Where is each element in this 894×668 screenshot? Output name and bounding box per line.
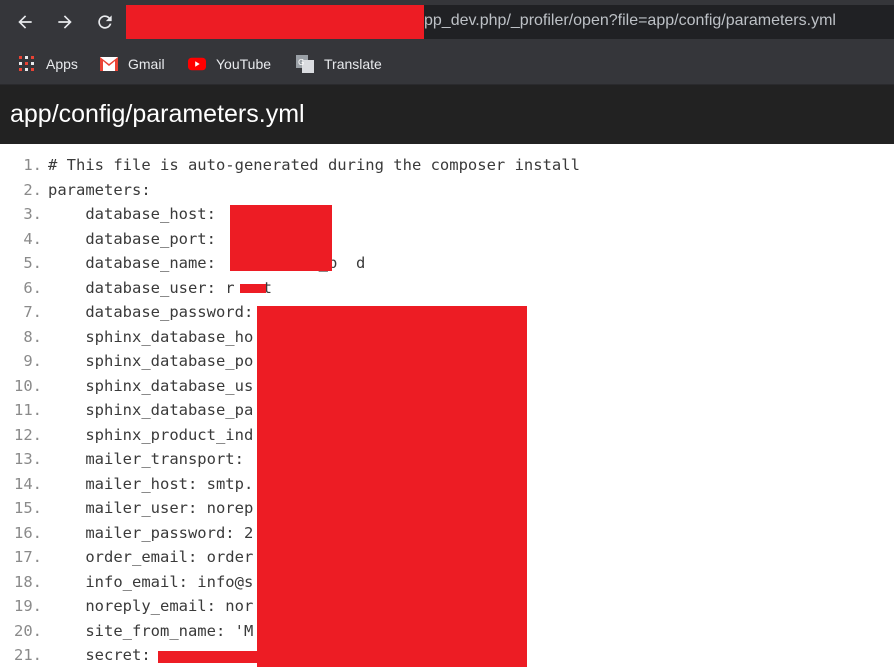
line-number: 2. — [23, 180, 42, 199]
line-text: database_host: — [48, 205, 216, 223]
line-text: # This file is auto-generated during the… — [48, 156, 580, 174]
bookmark-label: Gmail — [128, 56, 165, 72]
reload-button[interactable] — [90, 7, 120, 37]
line-number: 19. — [14, 597, 42, 615]
line-number: 1. — [23, 156, 42, 174]
line-text: database_password: — [48, 303, 254, 321]
youtube-icon — [188, 55, 206, 73]
line-number: 20. — [14, 621, 42, 640]
line-number: 17. — [14, 548, 42, 566]
forward-button[interactable] — [50, 7, 80, 37]
svg-text:G: G — [298, 58, 304, 67]
bookmark-gmail[interactable]: Gmail — [100, 52, 165, 76]
bookmarks-bar: Apps Gmail YouTube G Translate — [0, 44, 894, 85]
bookmark-translate[interactable]: G Translate — [296, 52, 382, 76]
line-number: 3. — [23, 205, 42, 223]
code-line: 2. parameters: — [0, 178, 894, 203]
line-number: 21. — [14, 646, 42, 664]
line-number: 15. — [14, 499, 42, 517]
line-text: database_user: r t — [48, 278, 272, 297]
line-text: mailer_password: 2 — [48, 523, 254, 542]
line-text: noreply_email: nor — [48, 597, 254, 615]
bookmark-youtube[interactable]: YouTube — [188, 52, 271, 76]
code-line: 1. # This file is auto-generated during t… — [0, 153, 894, 178]
line-text: mailer_transport: — [48, 450, 244, 468]
code-line: 3. database_host: — [0, 202, 894, 227]
redaction-box — [240, 284, 266, 293]
line-number: 13. — [14, 450, 42, 468]
line-number: 10. — [14, 376, 42, 395]
bookmark-label: YouTube — [216, 56, 272, 72]
address-bar[interactable]: pp_dev.php/_profiler/open?file=app/confi… — [126, 5, 894, 39]
line-text: sphinx_database_ho — [48, 327, 254, 346]
line-number: 7. — [23, 303, 42, 321]
line-text: site_from_name: 'M — [48, 621, 254, 640]
url-text: pp_dev.php/_profiler/open?file=app/confi… — [424, 12, 836, 29]
redaction-box — [158, 651, 258, 663]
reload-icon — [98, 15, 112, 29]
page-title: app/config/parameters.yml — [10, 100, 305, 128]
line-number: 6. — [23, 278, 42, 297]
redaction-box — [257, 306, 527, 667]
line-text: sphinx_database_us — [48, 376, 254, 395]
apps-grid-icon — [18, 55, 36, 73]
line-text: order_email: order — [48, 548, 254, 566]
line-text: secret: — [48, 646, 151, 664]
bookmark-label: Apps — [46, 56, 78, 72]
code-line: 4. database_port: — [0, 227, 894, 252]
line-number: 18. — [14, 572, 42, 591]
line-number: 11. — [14, 401, 42, 419]
line-number: 9. — [23, 352, 42, 370]
browser-toolbar: pp_dev.php/_profiler/open?file=app/confi… — [0, 0, 894, 44]
line-text: sphinx_database_po — [48, 352, 254, 370]
line-number: 12. — [14, 425, 42, 444]
page-header: app/config/parameters.yml — [0, 85, 894, 144]
code-line: 5. database_name: _p d — [0, 251, 894, 276]
gmail-icon — [100, 55, 118, 73]
code-line: 6. database_user: r t — [0, 276, 894, 301]
line-text: info_email: info@s — [48, 572, 254, 591]
line-text: database_port: — [48, 229, 216, 248]
translate-icon: G — [296, 55, 314, 73]
arrow-left-icon — [18, 15, 32, 29]
bookmark-label: Translate — [324, 56, 382, 72]
back-button[interactable] — [10, 7, 40, 37]
line-number: 8. — [23, 327, 42, 346]
line-number: 14. — [14, 474, 42, 493]
line-number: 5. — [23, 254, 42, 272]
redaction-box — [230, 205, 332, 271]
line-text: mailer_user: norep — [48, 499, 254, 517]
line-number: 4. — [23, 229, 42, 248]
bookmark-apps[interactable]: Apps — [18, 52, 78, 76]
redaction-box — [126, 5, 424, 39]
line-text: sphinx_database_pa — [48, 401, 254, 419]
line-text: mailer_host: smtp. — [48, 474, 254, 493]
arrow-right-icon — [58, 15, 72, 29]
line-number: 16. — [14, 523, 42, 542]
line-text: parameters: — [48, 180, 151, 199]
